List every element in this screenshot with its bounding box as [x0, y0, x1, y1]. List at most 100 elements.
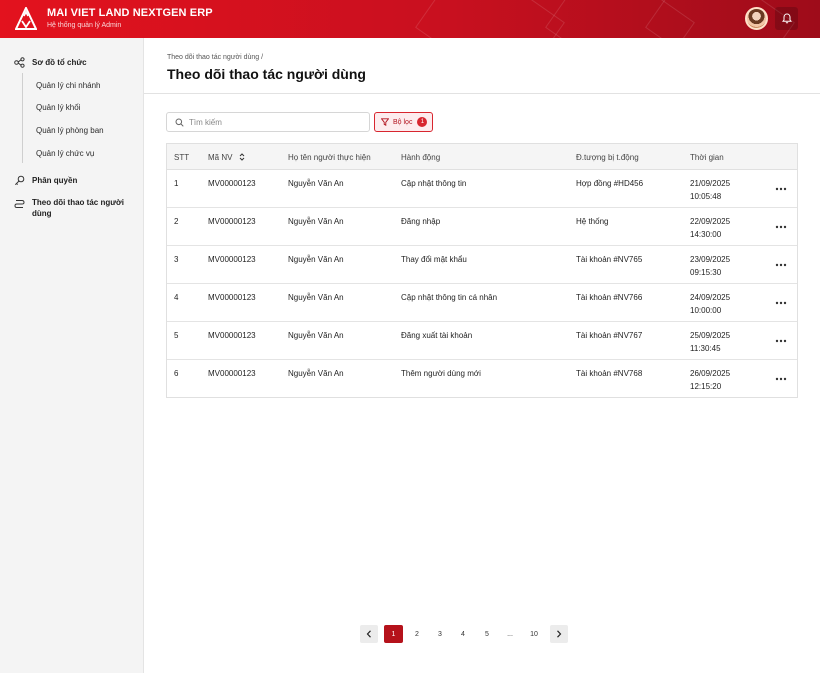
sidebar-item-permissions[interactable]: Phân quyền: [14, 175, 77, 186]
pagination-page-10[interactable]: 10: [525, 625, 543, 643]
cell-code: MV00000123: [208, 369, 256, 378]
cell-name: Nguyễn Văn An: [288, 179, 344, 188]
cell-stt: 5: [174, 331, 179, 340]
table-row[interactable]: 2 MV00000123 Nguyễn Văn An Đăng nhập Hệ thốn…: [167, 208, 797, 246]
table-row[interactable]: 3 MV00000123 Nguyễn Văn An Thay đổi mật khẩ…: [167, 246, 797, 284]
cell-code: MV00000123: [208, 255, 256, 264]
header-decoration: [415, 0, 565, 38]
column-header-action: Hành động: [401, 153, 441, 162]
column-header-time: Thời gian: [690, 153, 724, 162]
pagination-prev-button[interactable]: [360, 625, 378, 643]
cell-target: Hệ thống: [576, 217, 609, 226]
route-icon: [14, 200, 25, 208]
cell-target: Tài khoản #NV765: [576, 255, 643, 264]
bell-icon: [781, 13, 792, 24]
cell-name: Nguyễn Văn An: [288, 293, 344, 302]
table-row[interactable]: 6 MV00000123 Nguyễn Văn An Thêm người dùng …: [167, 360, 797, 397]
cell-code: MV00000123: [208, 331, 256, 340]
sidebar-item-departments[interactable]: Quản lý phòng ban: [36, 126, 104, 135]
cell-stt: 4: [174, 293, 179, 302]
cell-name: Nguyễn Văn An: [288, 369, 344, 378]
table-body: 1 MV00000123 Nguyễn Văn An Cập nhật thông t…: [167, 170, 797, 397]
cell-stt: 1: [174, 179, 179, 188]
sidebar-item-blocks[interactable]: Quản lý khối: [36, 103, 80, 112]
sidebar-divider: [22, 73, 23, 163]
page-title: Theo dõi thao tác người dùng: [167, 66, 366, 82]
column-header-label: Mã NV: [208, 153, 233, 162]
pagination-page-2[interactable]: 2: [408, 625, 426, 643]
sidebar-item-label: Theo dõi thao tác người dùng: [32, 198, 124, 218]
table-row[interactable]: 5 MV00000123 Nguyễn Văn An Đăng xuất tài kh…: [167, 322, 797, 360]
cell-name: Nguyễn Văn An: [288, 217, 344, 226]
notification-button[interactable]: [775, 7, 798, 30]
cell-name: Nguyễn Văn An: [288, 331, 344, 340]
cell-time-value: 10:00:00: [690, 306, 722, 315]
cell-target: Tài khoản #NV768: [576, 369, 643, 378]
column-header-name: Họ tên người thực hiện: [288, 153, 371, 162]
filter-icon: [381, 118, 389, 126]
cell-time-value: 09:15:30: [690, 268, 722, 277]
more-options-icon[interactable]: [775, 224, 787, 230]
breadcrumb[interactable]: Theo dõi thao tác người dùng /: [167, 54, 263, 61]
cell-time-value: 12:15:20: [690, 382, 722, 391]
cell-time-value: 14:30:00: [690, 230, 722, 239]
table-row[interactable]: 1 MV00000123 Nguyễn Văn An Cập nhật thông t…: [167, 170, 797, 208]
cell-target: Hợp đồng #HD456: [576, 179, 644, 188]
cell-date-value: 26/09/2025: [690, 369, 731, 378]
pagination-ellipsis: ...: [507, 630, 513, 638]
sidebar-item-user-activity[interactable]: Theo dõi thao tác người dùng: [14, 197, 134, 219]
cell-action: Đăng xuất tài khoản: [401, 331, 473, 340]
cell-date-value: 25/09/2025: [690, 331, 731, 340]
filter-count-badge: 1: [417, 117, 428, 127]
sidebar-item-branches[interactable]: Quản lý chi nhánh: [36, 81, 101, 90]
sidebar-item-label: Sơ đồ tổ chức: [32, 58, 87, 67]
sidebar-item-org-chart[interactable]: Sơ đồ tổ chức: [14, 57, 87, 68]
chevron-right-icon: [557, 630, 562, 638]
cell-time: 22/09/2025 14:30:00: [690, 215, 730, 241]
sort-icon: [239, 153, 245, 161]
cell-action: Cập nhật thông tin cá nhân: [401, 293, 498, 302]
header-decoration: [645, 0, 795, 38]
pagination-next-button[interactable]: [550, 625, 568, 643]
cell-action: Thêm người dùng mới: [401, 369, 481, 378]
column-header-code[interactable]: Mã NV: [208, 153, 245, 162]
sidebar: Sơ đồ tổ chức Quản lý chi nhánh Quản lý …: [0, 38, 144, 673]
more-options-icon[interactable]: [775, 300, 787, 306]
cell-date-value: 22/09/2025: [690, 217, 731, 226]
brand-subtitle: Hệ thống quản lý Admin: [47, 22, 122, 29]
key-icon: [14, 175, 25, 186]
pagination-page-3[interactable]: 3: [431, 625, 449, 643]
more-options-icon[interactable]: [775, 186, 787, 192]
cell-action: Cập nhật thông tin: [401, 179, 467, 188]
pagination-page-5[interactable]: 5: [478, 625, 496, 643]
more-options-icon[interactable]: [775, 262, 787, 268]
column-header-stt: STT: [174, 153, 190, 162]
cell-date-value: 21/09/2025: [690, 179, 731, 188]
cell-target: Tài khoản #NV767: [576, 331, 643, 340]
filter-button[interactable]: Bộ lọc 1: [374, 112, 433, 132]
activity-table: STT Mã NV Họ tên người thực hiện Hành độ…: [166, 143, 798, 398]
divider: [144, 93, 820, 94]
top-header: MAI VIET LAND NEXTGEN ERP Hệ thống quản …: [0, 0, 820, 38]
cell-time: 26/09/2025 12:15:20: [690, 367, 730, 393]
cell-stt: 6: [174, 369, 179, 378]
chevron-left-icon: [366, 630, 371, 638]
column-header-target: Đ.tượng bị t.động: [576, 153, 639, 162]
more-options-icon[interactable]: [775, 338, 787, 344]
search-box[interactable]: [166, 112, 370, 132]
cell-date-value: 23/09/2025: [690, 255, 731, 264]
more-options-icon[interactable]: [775, 376, 787, 382]
cell-time: 24/09/2025 10:00:00: [690, 291, 730, 317]
cell-time-value: 11:30:45: [690, 344, 721, 353]
pagination-page-1[interactable]: 1: [384, 625, 403, 643]
cell-date-value: 24/09/2025: [690, 293, 731, 302]
avatar[interactable]: [745, 7, 768, 30]
sidebar-item-positions[interactable]: Quản lý chức vụ: [36, 149, 94, 158]
cell-target: Tài khoản #NV766: [576, 293, 643, 302]
pagination-page-4[interactable]: 4: [454, 625, 472, 643]
table-row[interactable]: 4 MV00000123 Nguyễn Văn An Cập nhật thông t…: [167, 284, 797, 322]
mountain-logo-icon[interactable]: [15, 7, 37, 31]
search-input[interactable]: [189, 116, 364, 129]
cell-action: Đăng nhập: [401, 217, 441, 226]
brand-title: MAI VIET LAND NEXTGEN ERP: [47, 7, 213, 19]
